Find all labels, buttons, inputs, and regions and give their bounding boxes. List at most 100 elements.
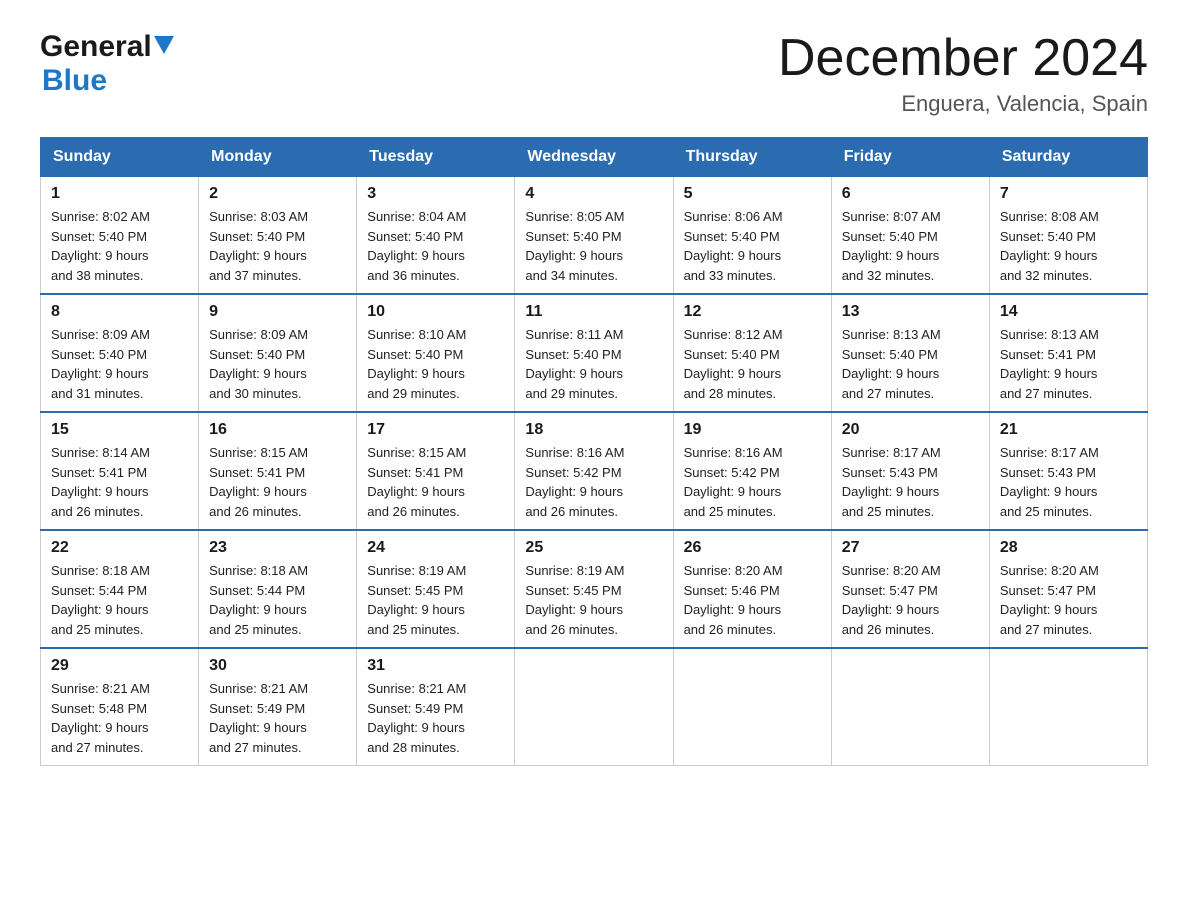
col-friday: Friday — [831, 138, 989, 177]
col-saturday: Saturday — [989, 138, 1147, 177]
calendar-body: 1 Sunrise: 8:02 AMSunset: 5:40 PMDaylight… — [41, 177, 1148, 766]
header-row: Sunday Monday Tuesday Wednesday Thursday… — [41, 138, 1148, 177]
calendar-cell: 31 Sunrise: 8:21 AMSunset: 5:49 PMDayligh… — [357, 648, 515, 766]
day-info: Sunrise: 8:19 AMSunset: 5:45 PMDaylight:… — [525, 561, 662, 639]
col-thursday: Thursday — [673, 138, 831, 177]
day-number: 31 — [367, 657, 504, 675]
page-header: General Blue December 2024 Enguera, Vale… — [40, 30, 1148, 117]
day-info: Sunrise: 8:06 AMSunset: 5:40 PMDaylight:… — [684, 207, 821, 285]
day-info: Sunrise: 8:20 AMSunset: 5:46 PMDaylight:… — [684, 561, 821, 639]
day-info: Sunrise: 8:15 AMSunset: 5:41 PMDaylight:… — [209, 443, 346, 521]
day-number: 8 — [51, 303, 188, 321]
calendar-cell: 3Sunrise: 8:04 AMSunset: 5:40 PMDaylight… — [357, 177, 515, 295]
day-info: Sunrise: 8:21 AMSunset: 5:49 PMDaylight:… — [209, 679, 346, 757]
calendar-week-5: 29 Sunrise: 8:21 AMSunset: 5:48 PMDayligh… — [41, 648, 1148, 766]
calendar-cell: 10 Sunrise: 8:10 AMSunset: 5:40 PMDayligh… — [357, 294, 515, 412]
calendar-cell: 6Sunrise: 8:07 AMSunset: 5:40 PMDaylight… — [831, 177, 989, 295]
day-number: 17 — [367, 421, 504, 439]
calendar-cell: 24 Sunrise: 8:19 AMSunset: 5:45 PMDayligh… — [357, 530, 515, 648]
day-number: 1 — [51, 185, 188, 203]
calendar-cell: 1 Sunrise: 8:02 AMSunset: 5:40 PMDaylight… — [41, 177, 199, 295]
day-number: 21 — [1000, 421, 1137, 439]
day-number: 19 — [684, 421, 821, 439]
calendar-cell: 15 Sunrise: 8:14 AMSunset: 5:41 PMDayligh… — [41, 412, 199, 530]
calendar-week-2: 8 Sunrise: 8:09 AMSunset: 5:40 PMDaylight… — [41, 294, 1148, 412]
calendar-cell: 27 Sunrise: 8:20 AMSunset: 5:47 PMDayligh… — [831, 530, 989, 648]
calendar-cell — [989, 648, 1147, 766]
day-number: 6 — [842, 185, 979, 203]
calendar-cell: 17 Sunrise: 8:15 AMSunset: 5:41 PMDayligh… — [357, 412, 515, 530]
calendar-cell: 21 Sunrise: 8:17 AMSunset: 5:43 PMDayligh… — [989, 412, 1147, 530]
day-number: 27 — [842, 539, 979, 557]
calendar-cell: 14 Sunrise: 8:13 AMSunset: 5:41 PMDayligh… — [989, 294, 1147, 412]
day-info: Sunrise: 8:08 AMSunset: 5:40 PMDaylight:… — [1000, 207, 1137, 285]
day-info: Sunrise: 8:12 AMSunset: 5:40 PMDaylight:… — [684, 325, 821, 403]
day-info: Sunrise: 8:17 AMSunset: 5:43 PMDaylight:… — [1000, 443, 1137, 521]
day-number: 14 — [1000, 303, 1137, 321]
day-info: Sunrise: 8:20 AMSunset: 5:47 PMDaylight:… — [1000, 561, 1137, 639]
calendar-cell: 28 Sunrise: 8:20 AMSunset: 5:47 PMDayligh… — [989, 530, 1147, 648]
calendar-cell: 4Sunrise: 8:05 AMSunset: 5:40 PMDaylight… — [515, 177, 673, 295]
day-number: 10 — [367, 303, 504, 321]
calendar-cell: 25Sunrise: 8:19 AMSunset: 5:45 PMDayligh… — [515, 530, 673, 648]
calendar-cell: 5 Sunrise: 8:06 AMSunset: 5:40 PMDaylight… — [673, 177, 831, 295]
day-number: 5 — [684, 185, 821, 203]
calendar-cell: 11Sunrise: 8:11 AMSunset: 5:40 PMDayligh… — [515, 294, 673, 412]
day-info: Sunrise: 8:20 AMSunset: 5:47 PMDaylight:… — [842, 561, 979, 639]
day-info: Sunrise: 8:21 AMSunset: 5:48 PMDaylight:… — [51, 679, 188, 757]
day-number: 4 — [525, 185, 662, 203]
month-title: December 2024 — [778, 30, 1148, 87]
calendar-cell: 9Sunrise: 8:09 AMSunset: 5:40 PMDaylight… — [199, 294, 357, 412]
day-info: Sunrise: 8:10 AMSunset: 5:40 PMDaylight:… — [367, 325, 504, 403]
calendar-cell: 12Sunrise: 8:12 AMSunset: 5:40 PMDayligh… — [673, 294, 831, 412]
day-number: 30 — [209, 657, 346, 675]
calendar-cell: 20Sunrise: 8:17 AMSunset: 5:43 PMDayligh… — [831, 412, 989, 530]
calendar-cell — [673, 648, 831, 766]
calendar-cell: 7 Sunrise: 8:08 AMSunset: 5:40 PMDaylight… — [989, 177, 1147, 295]
calendar-week-3: 15 Sunrise: 8:14 AMSunset: 5:41 PMDayligh… — [41, 412, 1148, 530]
calendar-week-1: 1 Sunrise: 8:02 AMSunset: 5:40 PMDaylight… — [41, 177, 1148, 295]
calendar-cell: 22Sunrise: 8:18 AMSunset: 5:44 PMDayligh… — [41, 530, 199, 648]
calendar-table: Sunday Monday Tuesday Wednesday Thursday… — [40, 137, 1148, 766]
day-info: Sunrise: 8:09 AMSunset: 5:40 PMDaylight:… — [209, 325, 346, 403]
calendar-cell: 18 Sunrise: 8:16 AMSunset: 5:42 PMDayligh… — [515, 412, 673, 530]
col-tuesday: Tuesday — [357, 138, 515, 177]
calendar-cell — [831, 648, 989, 766]
day-number: 29 — [51, 657, 188, 675]
calendar-header: Sunday Monday Tuesday Wednesday Thursday… — [41, 138, 1148, 177]
calendar-cell: 29 Sunrise: 8:21 AMSunset: 5:48 PMDayligh… — [41, 648, 199, 766]
day-number: 26 — [684, 539, 821, 557]
day-number: 20 — [842, 421, 979, 439]
day-info: Sunrise: 8:11 AMSunset: 5:40 PMDaylight:… — [525, 325, 662, 403]
day-number: 24 — [367, 539, 504, 557]
day-info: Sunrise: 8:03 AMSunset: 5:40 PMDaylight:… — [209, 207, 346, 285]
day-info: Sunrise: 8:02 AMSunset: 5:40 PMDaylight:… — [51, 207, 188, 285]
day-info: Sunrise: 8:14 AMSunset: 5:41 PMDaylight:… — [51, 443, 188, 521]
calendar-cell: 23Sunrise: 8:18 AMSunset: 5:44 PMDayligh… — [199, 530, 357, 648]
day-info: Sunrise: 8:19 AMSunset: 5:45 PMDaylight:… — [367, 561, 504, 639]
day-number: 16 — [209, 421, 346, 439]
day-number: 18 — [525, 421, 662, 439]
day-info: Sunrise: 8:16 AMSunset: 5:42 PMDaylight:… — [684, 443, 821, 521]
calendar-cell: 8 Sunrise: 8:09 AMSunset: 5:40 PMDaylight… — [41, 294, 199, 412]
calendar-cell: 16 Sunrise: 8:15 AMSunset: 5:41 PMDayligh… — [199, 412, 357, 530]
logo-arrow-icon — [154, 36, 174, 59]
day-number: 28 — [1000, 539, 1137, 557]
day-number: 7 — [1000, 185, 1137, 203]
location-subtitle: Enguera, Valencia, Spain — [778, 91, 1148, 117]
logo-blue-text: Blue — [42, 64, 107, 98]
title-area: December 2024 Enguera, Valencia, Spain — [778, 30, 1148, 117]
day-info: Sunrise: 8:18 AMSunset: 5:44 PMDaylight:… — [51, 561, 188, 639]
day-info: Sunrise: 8:13 AMSunset: 5:40 PMDaylight:… — [842, 325, 979, 403]
day-info: Sunrise: 8:09 AMSunset: 5:40 PMDaylight:… — [51, 325, 188, 403]
day-number: 3 — [367, 185, 504, 203]
day-info: Sunrise: 8:13 AMSunset: 5:41 PMDaylight:… — [1000, 325, 1137, 403]
day-info: Sunrise: 8:16 AMSunset: 5:42 PMDaylight:… — [525, 443, 662, 521]
day-info: Sunrise: 8:18 AMSunset: 5:44 PMDaylight:… — [209, 561, 346, 639]
col-sunday: Sunday — [41, 138, 199, 177]
day-info: Sunrise: 8:21 AMSunset: 5:49 PMDaylight:… — [367, 679, 504, 757]
day-info: Sunrise: 8:15 AMSunset: 5:41 PMDaylight:… — [367, 443, 504, 521]
day-number: 15 — [51, 421, 188, 439]
calendar-cell: 13 Sunrise: 8:13 AMSunset: 5:40 PMDayligh… — [831, 294, 989, 412]
day-number: 13 — [842, 303, 979, 321]
